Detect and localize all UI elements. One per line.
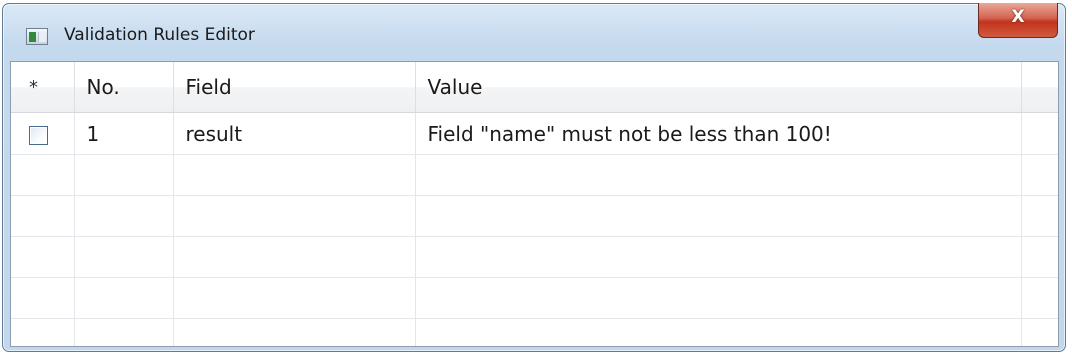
grid-header-row: * No. Field Value <box>11 62 1058 113</box>
column-header-field[interactable]: Field <box>173 62 416 113</box>
window-title: Validation Rules Editor <box>64 25 255 45</box>
row-number[interactable]: 1 <box>74 112 174 155</box>
close-button[interactable]: X <box>978 3 1058 38</box>
row-select-cell[interactable] <box>11 112 75 155</box>
row-filler <box>1021 112 1058 155</box>
empty-row[interactable] <box>11 318 1058 346</box>
window-icon[interactable] <box>26 28 48 45</box>
empty-row[interactable] <box>11 195 1058 237</box>
table-row[interactable]: 1 result Field "name" must not be less t… <box>11 112 1058 155</box>
close-icon: X <box>1011 7 1025 27</box>
rules-grid[interactable]: * No. Field Value 1 result Field "name" … <box>11 62 1058 346</box>
empty-row[interactable] <box>11 236 1058 278</box>
column-header-no[interactable]: No. <box>74 62 174 113</box>
empty-row[interactable] <box>11 154 1058 196</box>
rules-grid-container: * No. Field Value 1 result Field "name" … <box>10 61 1059 347</box>
column-header-value[interactable]: Value <box>415 62 1022 113</box>
validation-rules-window: Validation Rules Editor X * No. Field Va… <box>2 3 1066 352</box>
title-bar[interactable]: Validation Rules Editor X <box>3 3 1065 61</box>
column-header-select[interactable]: * <box>11 62 75 113</box>
row-field[interactable]: result <box>173 112 416 155</box>
empty-row[interactable] <box>11 277 1058 319</box>
row-checkbox[interactable] <box>29 125 48 145</box>
row-value[interactable]: Field "name" must not be less than 100! <box>415 112 1022 155</box>
column-header-filler <box>1021 62 1058 113</box>
